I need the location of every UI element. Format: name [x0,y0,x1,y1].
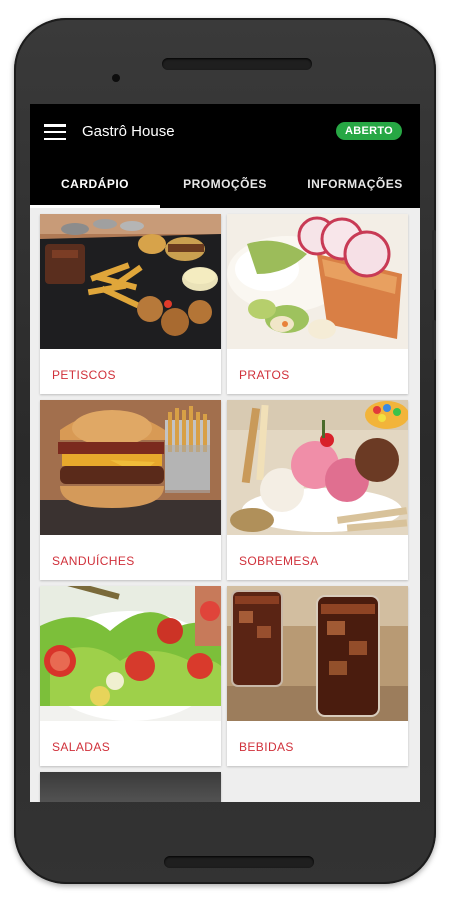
volume-button [432,230,436,290]
tab-cardapio[interactable]: CARDÁPIO [30,160,160,208]
category-label: PETISCOS [52,368,116,382]
category-card-saladas[interactable]: SALADAS [40,586,221,766]
tab-informacoes[interactable]: INFORMAÇÕES [290,160,420,208]
category-card-sobremesa[interactable]: SOBREMESA [227,400,408,580]
category-photo [40,772,221,802]
grilled-fish-dish-photo [227,214,408,349]
ice-cream-sundae-photo [227,400,408,535]
category-label: SANDUÍCHES [52,554,135,568]
category-card-pratos[interactable]: PRATOS [227,214,408,394]
category-label: SOBREMESA [239,554,319,568]
category-card-partial[interactable] [40,772,221,802]
tab-bar: CARDÁPIO PROMOÇÕES INFORMAÇÕES [30,160,420,208]
burger-with-fries-photo [40,400,221,535]
category-card-petiscos[interactable]: PETISCOS [40,214,221,394]
green-salad-photo [40,586,221,721]
tab-promocoes[interactable]: PROMOÇÕES [160,160,290,208]
earpiece-speaker [162,58,312,70]
category-grid: PETISCOS PRATOS SANDUÍCHES SOBREMESA SAL… [30,208,420,802]
app-bar: Gastrô House ABERTO [30,104,420,160]
status-badge: ABERTO [335,122,402,140]
app-screen: Gastrô House ABERTO CARDÁPIO PROMOÇÕES I… [30,104,420,802]
hamburger-menu-icon[interactable] [44,124,66,141]
cola-glasses-photo [227,586,408,721]
app-title: Gastrô House [82,123,175,140]
power-button [432,320,436,360]
category-card-sanduiches[interactable]: SANDUÍCHES [40,400,221,580]
category-label: SALADAS [52,740,111,754]
front-camera [112,74,120,82]
category-label: BEBIDAS [239,740,294,754]
category-label: PRATOS [239,368,290,382]
bottom-speaker [164,856,314,868]
snacks-platter-photo [40,214,221,349]
category-card-bebidas[interactable]: BEBIDAS [227,586,408,766]
